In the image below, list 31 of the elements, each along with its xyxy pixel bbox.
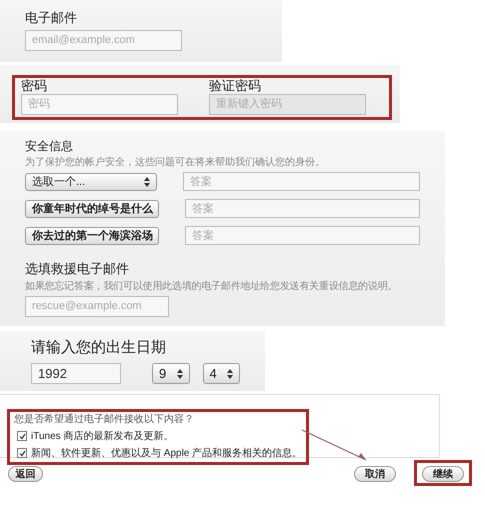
question-select[interactable]: 你童年时代的绰号是什么 bbox=[25, 200, 159, 218]
month-select[interactable]: 9 bbox=[152, 363, 190, 384]
question-text: 您是否希望通过电子邮件接收以下内容？ bbox=[14, 412, 195, 426]
rescue-email-field[interactable]: rescue@example.com bbox=[25, 296, 169, 317]
field-label: 密码 bbox=[21, 78, 48, 94]
password-field[interactable]: 密码 bbox=[21, 94, 178, 115]
section-title: 安全信息 bbox=[25, 139, 74, 154]
section-description: 如果您忘记答案，我们可以使用此选填的电子邮件地址给您发送有关重设信息的说明。 bbox=[25, 280, 398, 293]
option-label: iTunes 商店的最新发布及更新。 bbox=[31, 430, 174, 443]
year-field[interactable]: 1992 bbox=[31, 363, 121, 384]
day-select[interactable]: 4 bbox=[202, 363, 240, 384]
section-description: 为了保护您的帐户安全，这些问题可在将来帮助我们确认您的身份。 bbox=[25, 156, 326, 170]
option-label: 新闻、软件更新、优惠以及与 Apple 产品和服务相关的信息。 bbox=[31, 446, 302, 460]
checkbox[interactable] bbox=[17, 431, 27, 441]
answer-field[interactable]: 答案 bbox=[182, 172, 420, 192]
question-select[interactable]: 选取一个... bbox=[25, 172, 157, 191]
continue-button[interactable]: 继续 bbox=[422, 466, 464, 482]
email-field[interactable]: email@example.com bbox=[25, 30, 182, 51]
section-title: 选填救援电子邮件 bbox=[25, 261, 130, 277]
answer-field[interactable]: 答案 bbox=[185, 226, 420, 246]
updown-icon bbox=[144, 176, 150, 187]
answer-field[interactable]: 答案 bbox=[185, 199, 420, 218]
updown-icon bbox=[176, 368, 182, 378]
question-select[interactable]: 你去过的第一个海滨浴场 bbox=[25, 226, 159, 245]
cancel-button[interactable]: 取消 bbox=[354, 466, 396, 482]
updown-icon bbox=[227, 368, 233, 378]
section-title: 请输入您的出生日期 bbox=[31, 339, 167, 357]
checkbox[interactable] bbox=[17, 448, 27, 458]
field-label: 电子邮件 bbox=[25, 10, 78, 26]
field-label: 验证密码 bbox=[209, 78, 262, 94]
back-button[interactable]: 返回 bbox=[8, 466, 43, 482]
